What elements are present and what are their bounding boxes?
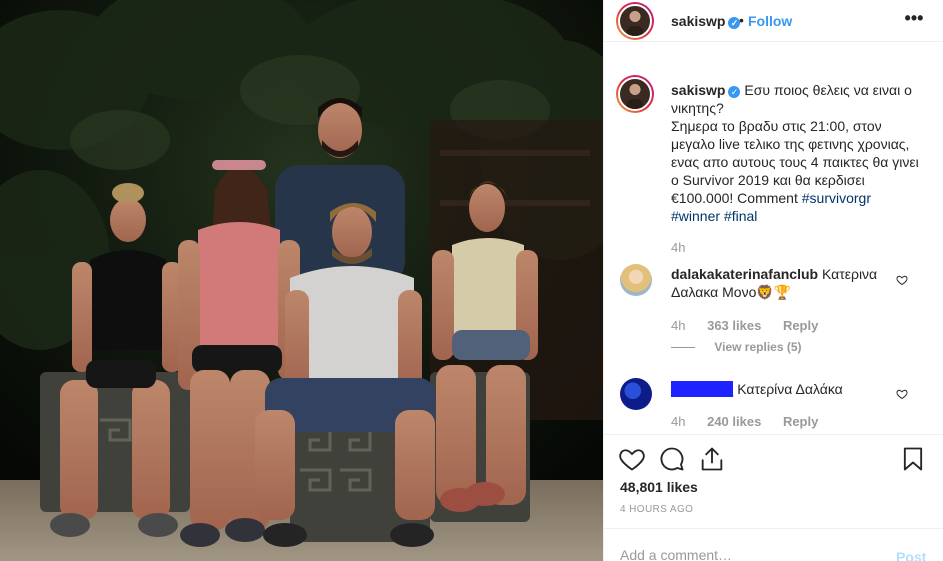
author-avatar[interactable] (616, 2, 654, 40)
likes-count[interactable]: 48,801 likes (620, 479, 698, 495)
follow-button[interactable]: Follow (748, 13, 792, 29)
hashtag-link[interactable]: #final (724, 208, 757, 224)
commenter-avatar[interactable] (620, 378, 652, 410)
caption-text: sakiswp ✓ Εσυ ποιος θελεις να ειναι ο νικ… (671, 81, 921, 225)
comment-time[interactable]: 4h (671, 318, 685, 333)
comment-like-heart-icon[interactable] (896, 388, 908, 400)
reply-button[interactable]: Reply (783, 414, 818, 429)
reply-button[interactable]: Reply (783, 318, 818, 333)
comment-meta: 4h 240 likes Reply (671, 414, 836, 429)
hashtag-link[interactable]: #winner (671, 208, 720, 224)
caption-line-2: Σημερα το βραδυ στις 21:00, στον μεγαλο … (671, 118, 919, 206)
heart-icon[interactable] (618, 445, 646, 473)
comment-meta: 4h 363 likes Reply (671, 318, 836, 333)
caption: sakiswp ✓ Εσυ ποιος θελεις να ειναι ο νικ… (604, 70, 943, 255)
caption-time[interactable]: 4h (671, 240, 685, 255)
post-side-panel: sakiswp ✓ • Follow ••• sakiswp ✓ Εσυ ποιος… (603, 0, 943, 561)
comment-item: dalakakaterinafanclub Κατερινα Δαλακα Mο… (604, 262, 943, 362)
hashtag-link[interactable]: #survivorgr (802, 190, 871, 206)
comment-text: ________ Κατερίνα Δαλάκα (671, 380, 921, 398)
post-header: sakiswp ✓ • Follow ••• (604, 0, 943, 42)
comment-likes[interactable]: 363 likes (707, 318, 761, 333)
comment-text: dalakakaterinafanclub Κατερινα Δαλακα Mο… (671, 265, 921, 301)
comment-likes[interactable]: 240 likes (707, 414, 761, 429)
comment-icon[interactable] (658, 445, 686, 473)
redacted-commenter-username[interactable]: ________ (671, 381, 734, 397)
header-separator: • (739, 12, 744, 28)
bookmark-icon[interactable] (899, 445, 927, 473)
commenter-username[interactable]: dalakakaterinafanclub (671, 266, 818, 282)
more-options-icon[interactable]: ••• (902, 8, 926, 32)
author-avatar[interactable] (616, 75, 654, 113)
post-actions (604, 434, 943, 482)
author-username[interactable]: sakiswp ✓ (671, 13, 741, 29)
verified-badge-icon: ✓ (728, 86, 741, 98)
commenter-avatar[interactable] (620, 264, 652, 296)
add-comment-bar: Post (604, 528, 943, 561)
survivor-finalists-image (0, 0, 603, 561)
caption-meta: 4h (671, 240, 703, 255)
add-comment-input[interactable] (620, 547, 870, 561)
comment-body: Κατερίνα Δαλάκα (737, 381, 843, 397)
post-timestamp[interactable]: 4 HOURS AGO (620, 504, 693, 515)
comment-like-heart-icon[interactable] (896, 274, 908, 286)
post-photo[interactable] (0, 0, 603, 561)
post-comment-button[interactable]: Post (896, 549, 926, 561)
caption-username[interactable]: sakiswp (671, 82, 725, 98)
comment-item: ________ Κατερίνα Δαλάκα 4h 240 likes Re… (604, 374, 943, 435)
view-replies-button[interactable]: View replies (5) (671, 340, 801, 354)
comment-time[interactable]: 4h (671, 414, 685, 429)
comments-list[interactable]: sakiswp ✓ Εσυ ποιος θελεις να ειναι ο νικ… (604, 70, 943, 435)
share-icon[interactable] (698, 445, 726, 473)
